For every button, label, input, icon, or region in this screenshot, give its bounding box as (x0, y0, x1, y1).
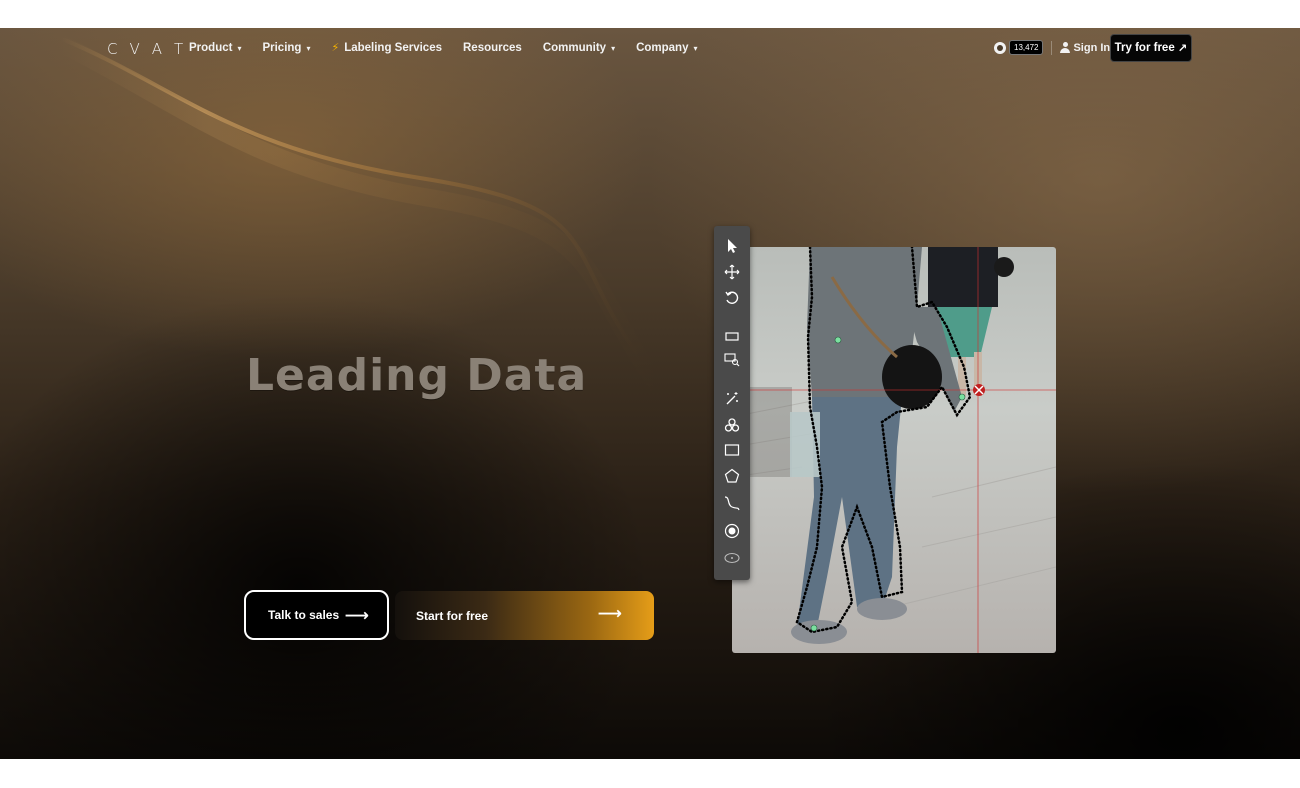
try-label: Try for free (1114, 42, 1175, 54)
talk-to-sales-label: Talk to sales (268, 608, 340, 622)
chevron-down-icon: ▾ (237, 44, 242, 53)
nav-link-label: Company (636, 41, 689, 54)
background-wave (55, 34, 668, 394)
logo-letter: C (107, 40, 121, 58)
top-navigation: C V A T Product ▾ Pricing ▾ ⚡ Labeling S… (0, 28, 1300, 68)
sign-in-link[interactable]: Sign In (1060, 42, 1110, 54)
chevron-down-icon: ▾ (306, 44, 311, 53)
chevron-down-icon: ▾ (611, 44, 616, 53)
cvat-logo[interactable]: C V A T (107, 40, 186, 58)
chevron-down-icon: ▾ (693, 44, 698, 53)
polygon-icon[interactable] (722, 466, 742, 486)
user-icon (1060, 42, 1071, 53)
move-icon[interactable] (722, 262, 742, 282)
try-for-free-button[interactable]: Try for free ↗ (1110, 34, 1192, 62)
logo-letter: T (174, 40, 187, 58)
rectangle-fit-icon[interactable] (722, 326, 742, 346)
rotate-icon[interactable] (722, 288, 742, 308)
ellipse-icon[interactable] (722, 548, 742, 568)
nav-company[interactable]: Company ▾ (636, 41, 697, 54)
nav-pricing[interactable]: Pricing ▾ (262, 41, 310, 54)
github-link[interactable]: 13,472 (994, 40, 1044, 55)
polyline-icon[interactable] (722, 493, 742, 513)
annotation-toolbar (714, 226, 750, 580)
rectangle-icon[interactable] (722, 440, 742, 460)
nav-labeling-services[interactable]: ⚡ Labeling Services (331, 41, 442, 55)
lightning-icon: ⚡ (331, 42, 340, 54)
nav-resources[interactable]: Resources (463, 41, 522, 54)
ai-tools-icon[interactable] (722, 415, 742, 435)
github-icon (994, 41, 1006, 54)
talk-to-sales-button[interactable]: Talk to sales ⟶ (244, 590, 389, 640)
nav-link-label: Community (542, 41, 607, 54)
point-icon[interactable] (722, 521, 742, 541)
arrow-right-icon: ⟶ (344, 606, 369, 625)
start-for-free-button[interactable]: Start for free ⟶ (395, 591, 654, 640)
divider (1051, 40, 1053, 55)
nav-link-label: Labeling Services (344, 41, 442, 54)
nav-actions: 13,472 Sign In (994, 40, 1110, 55)
hero-section: C V A T Product ▾ Pricing ▾ ⚡ Labeling S… (0, 28, 1300, 759)
nav-community[interactable]: Community ▾ (543, 41, 615, 54)
nav-link-label: Pricing (262, 41, 302, 54)
nav-product[interactable]: Product ▾ (189, 41, 241, 54)
magic-wand-icon[interactable] (722, 389, 742, 409)
canvas-scene (732, 247, 1056, 653)
hero-headline: Leading Data (246, 350, 588, 401)
arrow-right-icon: ⟶ (597, 604, 622, 623)
arrow-up-right-icon: ↗ (1177, 43, 1188, 55)
logo-letter: V (129, 40, 143, 58)
start-for-free-label: Start for free (416, 608, 489, 623)
nav-links: Product ▾ Pricing ▾ ⚡ Labeling Services … (189, 41, 698, 55)
github-stars-badge: 13,472 (1009, 40, 1044, 55)
logo-letter: A (151, 40, 166, 58)
nav-link-label: Product (189, 41, 233, 54)
sign-in-label: Sign In (1073, 41, 1111, 54)
annotation-canvas[interactable] (732, 247, 1056, 653)
cursor-icon[interactable] (722, 236, 742, 256)
nav-link-label: Resources (463, 41, 522, 54)
zoom-region-icon[interactable] (722, 349, 742, 369)
